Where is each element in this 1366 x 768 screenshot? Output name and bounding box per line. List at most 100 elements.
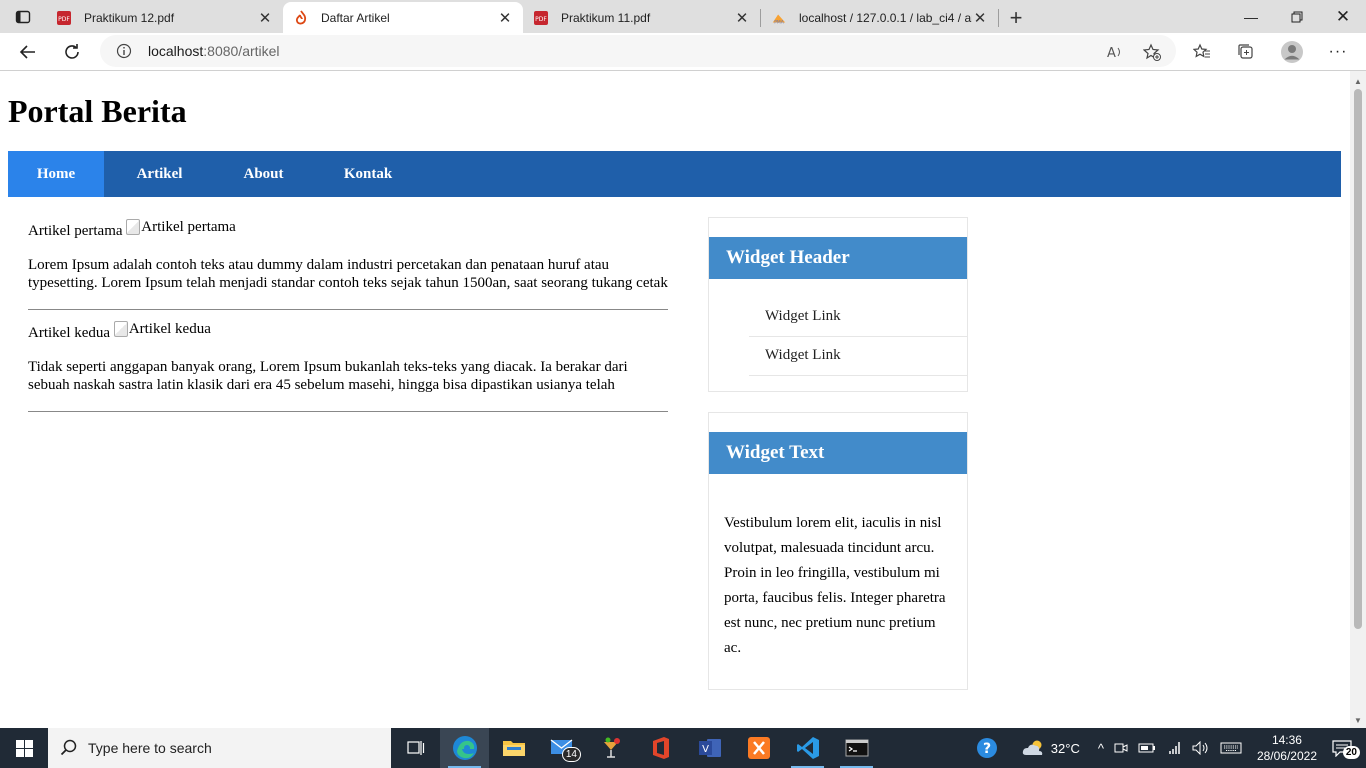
info-icon: [116, 43, 132, 59]
page-scrollbar[interactable]: ▲ ▼: [1350, 71, 1366, 728]
widget-link[interactable]: Widget Link: [749, 337, 967, 376]
restore-button[interactable]: [1274, 0, 1320, 33]
xampp-icon: [747, 737, 770, 759]
scroll-up-icon[interactable]: ▲: [1350, 73, 1366, 89]
tab-praktikum-12[interactable]: PDF Praktikum 12.pdf ✕: [46, 3, 283, 33]
read-aloud-button[interactable]: A: [1100, 37, 1130, 67]
tab-phpmyadmin[interactable]: PMA localhost / 127.0.0.1 / lab_ci4 / ar…: [761, 3, 998, 33]
minimize-button[interactable]: —: [1228, 0, 1274, 33]
star-plus-icon: [1143, 43, 1161, 61]
article-list: Artikel pertama Artikel pertama Lorem Ip…: [28, 215, 668, 422]
profile-button[interactable]: [1277, 37, 1307, 67]
system-tray: ? 32°C ^ 14:36 28/06/2022 20: [971, 728, 1366, 768]
article-image: Artikel kedua: [113, 320, 211, 338]
pdf-icon: PDF: [56, 10, 72, 26]
taskbar-xampp-cocktail[interactable]: [587, 728, 636, 768]
svg-text:PMA: PMA: [774, 19, 784, 25]
keyboard-button[interactable]: [1215, 741, 1247, 755]
taskbar-mail[interactable]: 14: [538, 728, 587, 768]
plus-icon: +: [1009, 5, 1023, 30]
article-title[interactable]: Artikel pertama: [28, 223, 123, 239]
broken-image-icon: [126, 219, 141, 235]
close-icon[interactable]: ✕: [257, 10, 273, 27]
scrollbar-thumb[interactable]: [1354, 89, 1362, 629]
favorites-button[interactable]: [1187, 37, 1217, 67]
taskbar-xampp[interactable]: [734, 728, 783, 768]
codeigniter-icon: [293, 9, 309, 26]
weather-widget[interactable]: 32°C: [1017, 739, 1085, 757]
sidebar-widget-links: Widget Header Widget Link Widget Link: [708, 217, 968, 392]
article-divider: [28, 411, 668, 412]
taskbar-file-explorer[interactable]: [489, 728, 538, 768]
show-hidden-icons-button[interactable]: ^: [1093, 741, 1109, 756]
tab-praktikum-11[interactable]: PDF Praktikum 11.pdf ✕: [523, 3, 760, 33]
collections-button[interactable]: [1231, 37, 1261, 67]
mail-badge: 14: [561, 747, 581, 762]
article-image-alt: Artikel kedua: [128, 321, 211, 337]
add-favorite-button[interactable]: [1137, 37, 1167, 67]
url-host: localhost: [148, 43, 204, 59]
battery-button[interactable]: [1133, 742, 1161, 754]
chevron-up-icon: ^: [1097, 740, 1104, 756]
new-tab-button[interactable]: +: [999, 3, 1033, 33]
tab-actions-button[interactable]: [0, 0, 46, 33]
taskbar-search-input[interactable]: Type here to search: [48, 728, 391, 768]
nav-kontak[interactable]: Kontak: [312, 151, 424, 197]
windows-logo-icon: [15, 739, 33, 757]
back-button[interactable]: [13, 37, 43, 67]
vscode-icon: [796, 737, 819, 759]
article-image-alt: Artikel pertama: [141, 219, 236, 235]
broken-image-icon: [113, 321, 128, 337]
back-arrow-icon: [19, 45, 35, 59]
notifications-button[interactable]: 20: [1327, 739, 1366, 759]
widget-header: Widget Text: [709, 432, 967, 474]
weather-temp: 32°C: [1050, 740, 1080, 756]
nav-artikel[interactable]: Artikel: [104, 151, 215, 197]
article-body: Tidak seperti anggapan banyak orang, Lor…: [28, 359, 628, 393]
nav-home[interactable]: Home: [8, 151, 104, 197]
close-window-button[interactable]: ✕: [1320, 0, 1366, 33]
article-divider: [28, 309, 668, 310]
url-path: :8080/artikel: [203, 43, 280, 59]
clock-date: 28/06/2022: [1256, 749, 1317, 763]
terminal-icon: [845, 739, 868, 757]
svg-text:PDF: PDF: [58, 16, 70, 23]
help-button[interactable]: ?: [971, 737, 1003, 759]
widget-link[interactable]: Widget Link: [749, 298, 967, 337]
network-button[interactable]: [1161, 741, 1187, 755]
article-item: Artikel kedua Artikel kedua Tidak sepert…: [28, 320, 668, 412]
nav-about[interactable]: About: [215, 151, 312, 197]
start-button[interactable]: [0, 728, 48, 768]
close-icon[interactable]: ✕: [497, 10, 513, 27]
tab-actions-icon: [15, 10, 31, 23]
taskbar-visio[interactable]: V: [685, 728, 734, 768]
svg-text:A: A: [1107, 46, 1116, 60]
taskbar-terminal[interactable]: [832, 728, 881, 768]
close-icon[interactable]: ✕: [972, 10, 988, 27]
tab-title: Praktikum 11.pdf: [561, 11, 651, 25]
meet-now-button[interactable]: [1109, 741, 1133, 755]
task-view-icon: [406, 741, 424, 755]
wifi-icon: [1169, 742, 1180, 754]
taskbar-office[interactable]: [636, 728, 685, 768]
article-title[interactable]: Artikel kedua: [28, 325, 110, 341]
sidebar-widget-text: Widget Text Vestibulum lorem elit, iacul…: [708, 412, 968, 690]
folder-icon: [502, 741, 525, 756]
notification-count: 20: [1342, 746, 1360, 759]
scroll-down-icon[interactable]: ▼: [1350, 712, 1366, 728]
taskbar-vscode[interactable]: [783, 728, 832, 768]
page-viewport: Portal Berita Home Artikel About Kontak …: [0, 71, 1350, 728]
clock-time: 14:36: [1271, 733, 1302, 747]
refresh-button[interactable]: [57, 37, 87, 67]
taskbar-clock[interactable]: 14:36 28/06/2022: [1247, 732, 1327, 764]
search-placeholder: Type here to search: [88, 740, 212, 756]
taskbar-edge[interactable]: [440, 728, 489, 768]
close-icon: ✕: [1335, 6, 1351, 26]
tab-daftar-artikel[interactable]: Daftar Artikel ✕: [283, 2, 523, 33]
settings-menu-button[interactable]: ···: [1323, 37, 1353, 67]
url-input[interactable]: localhost:8080/artikel: [100, 35, 1176, 67]
volume-button[interactable]: [1187, 741, 1215, 755]
article-item: Artikel pertama Artikel pertama Lorem Ip…: [28, 218, 668, 310]
task-view-button[interactable]: [391, 728, 440, 768]
close-icon[interactable]: ✕: [734, 10, 750, 27]
